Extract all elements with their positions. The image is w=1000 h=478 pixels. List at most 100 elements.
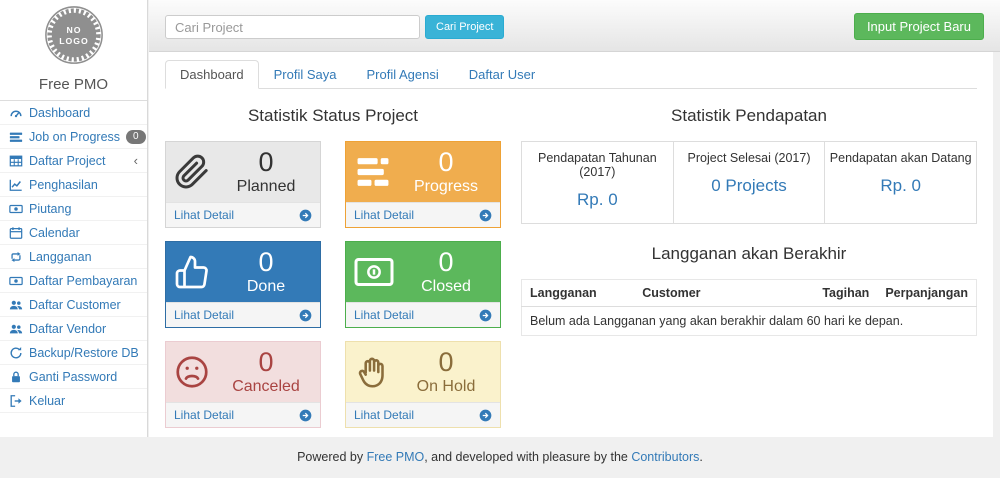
column-header-perpanjangan: Perpanjangan	[877, 280, 976, 307]
content-panel: Dashboard Profil Saya Profil Agensi Daft…	[149, 52, 993, 437]
stat-value: Rp. 0	[829, 176, 972, 196]
lihat-detail-planned-link[interactable]: Lihat Detail	[174, 208, 234, 222]
sidebar-item-daftar-project[interactable]: Daftar Project ‹	[0, 149, 147, 173]
frown-icon	[174, 354, 220, 390]
sidebar-menu: Dashboard Job on Progress 0 Daftar Proje…	[0, 100, 147, 413]
onhold-label: On Hold	[400, 377, 492, 397]
sidebar-item-calendar[interactable]: Calendar	[0, 221, 147, 245]
sidebar-item-label: Backup/Restore DB	[29, 346, 139, 360]
income-section: Statistik Pendapatan Pendapatan Tahunan …	[521, 97, 977, 428]
stat-pendapatan-akan-datang: Pendapatan akan Datang Rp. 0	[825, 142, 976, 223]
tab-profil-saya[interactable]: Profil Saya	[259, 60, 352, 89]
logo-text-line2: LOGO	[59, 36, 89, 46]
sidebar-item-label: Job on Progress	[29, 130, 120, 144]
arrow-circle-right-icon[interactable]	[479, 309, 492, 322]
canceled-label: Canceled	[220, 377, 312, 397]
subscription-table: Langganan Customer Tagihan Perpanjangan …	[521, 279, 977, 336]
sidebar-item-label: Daftar Project	[29, 154, 105, 168]
hand-icon	[354, 354, 400, 390]
done-label: Done	[220, 277, 312, 297]
tab-profil-agensi[interactable]: Profil Agensi	[351, 60, 453, 89]
arrow-circle-right-icon[interactable]	[299, 209, 312, 222]
sidebar-item-label: Daftar Pembayaran	[29, 274, 137, 288]
sidebar-item-label: Dashboard	[29, 106, 90, 120]
sidebar-item-daftar-vendor[interactable]: Daftar Vendor	[0, 317, 147, 341]
stat-label: Project Selesai (2017)	[678, 151, 821, 165]
sidebar-item-label: Daftar Customer	[29, 298, 121, 312]
tasks-icon	[9, 130, 23, 143]
card-on-hold: 0 On Hold Lihat Detail	[345, 341, 501, 428]
subscription-section-title: Langganan akan Berakhir	[521, 244, 977, 264]
closed-count: 0	[400, 247, 492, 277]
column-header-langganan: Langganan	[522, 280, 635, 307]
column-header-tagihan: Tagihan	[814, 280, 877, 307]
thumbs-up-icon	[174, 254, 220, 290]
tab-dashboard[interactable]: Dashboard	[165, 60, 259, 89]
lihat-detail-progress-link[interactable]: Lihat Detail	[354, 208, 414, 222]
sidebar: NO LOGO Free PMO Dashboard Job on Progre…	[0, 0, 148, 437]
sidebar-item-label: Keluar	[29, 394, 65, 408]
sidebar-item-daftar-pembayaran[interactable]: Daftar Pembayaran	[0, 269, 147, 293]
stat-pendapatan-tahunan: Pendapatan Tahunan (2017) Rp. 0	[522, 142, 674, 223]
onhold-count: 0	[400, 347, 492, 377]
tab-bar: Dashboard Profil Saya Profil Agensi Daft…	[165, 52, 977, 89]
arrow-circle-right-icon[interactable]	[299, 309, 312, 322]
status-cards: 0 Planned Lihat Detail	[165, 141, 501, 428]
lihat-detail-onhold-link[interactable]: Lihat Detail	[354, 408, 414, 422]
sidebar-item-label: Piutang	[29, 202, 71, 216]
arrow-circle-right-icon[interactable]	[299, 409, 312, 422]
logo-text-line1: NO	[66, 25, 81, 35]
arrow-circle-right-icon[interactable]	[479, 209, 492, 222]
users-icon	[9, 298, 23, 311]
refresh-icon	[9, 346, 23, 359]
sidebar-item-piutang[interactable]: Piutang	[0, 197, 147, 221]
contributors-link[interactable]: Contributors	[631, 450, 699, 464]
income-stats-panel: Pendapatan Tahunan (2017) Rp. 0 Project …	[521, 141, 977, 224]
lock-icon	[9, 370, 23, 383]
search-button[interactable]: Cari Project	[425, 15, 504, 39]
stat-label: Pendapatan akan Datang	[829, 151, 972, 165]
users-icon	[9, 322, 23, 335]
canceled-count: 0	[220, 347, 312, 377]
sidebar-item-ganti-password[interactable]: Ganti Password	[0, 365, 147, 389]
empty-subscriptions-message: Belum ada Langganan yang akan berakhir d…	[522, 307, 977, 336]
search-input[interactable]	[165, 15, 420, 39]
calendar-icon	[9, 226, 23, 239]
progress-count: 0	[400, 147, 492, 177]
sidebar-item-backup-restore-db[interactable]: Backup/Restore DB	[0, 341, 147, 365]
line-chart-icon	[9, 178, 23, 191]
money-icon	[9, 202, 23, 215]
sidebar-item-daftar-customer[interactable]: Daftar Customer	[0, 293, 147, 317]
card-canceled: 0 Canceled Lihat Detail	[165, 341, 321, 428]
status-section-title: Statistik Status Project	[165, 106, 501, 126]
money-icon	[9, 274, 23, 287]
card-done: 0 Done Lihat Detail	[165, 241, 321, 328]
input-project-baru-button[interactable]: Input Project Baru	[854, 13, 984, 40]
arrow-circle-right-icon[interactable]	[479, 409, 492, 422]
status-section: Statistik Status Project 0 Planned	[165, 97, 501, 428]
sidebar-item-label: Penghasilan	[29, 178, 98, 192]
sidebar-item-langganan[interactable]: Langganan	[0, 245, 147, 269]
card-progress: 0 Progress Lihat Detail	[345, 141, 501, 228]
column-header-customer: Customer	[634, 280, 814, 307]
income-section-title: Statistik Pendapatan	[521, 106, 977, 126]
sidebar-item-penghasilan[interactable]: Penghasilan	[0, 173, 147, 197]
lihat-detail-closed-link[interactable]: Lihat Detail	[354, 308, 414, 322]
sidebar-item-label: Langganan	[29, 250, 92, 264]
no-logo-seal-icon: NO LOGO	[42, 5, 106, 67]
done-count: 0	[220, 247, 312, 277]
planned-label: Planned	[220, 177, 312, 197]
sidebar-item-job-on-progress[interactable]: Job on Progress 0	[0, 125, 147, 149]
lihat-detail-done-link[interactable]: Lihat Detail	[174, 308, 234, 322]
tab-daftar-user[interactable]: Daftar User	[454, 60, 550, 89]
dashboard-icon	[9, 106, 23, 119]
lihat-detail-canceled-link[interactable]: Lihat Detail	[174, 408, 234, 422]
retweet-icon	[9, 250, 23, 263]
sidebar-item-label: Ganti Password	[29, 370, 117, 384]
footer-text: , and developed with pleasure by the	[424, 450, 631, 464]
free-pmo-link[interactable]: Free PMO	[367, 450, 425, 464]
card-planned: 0 Planned Lihat Detail	[165, 141, 321, 228]
sidebar-item-keluar[interactable]: Keluar	[0, 389, 147, 413]
stat-project-selesai: Project Selesai (2017) 0 Projects	[674, 142, 826, 223]
sidebar-item-dashboard[interactable]: Dashboard	[0, 101, 147, 125]
